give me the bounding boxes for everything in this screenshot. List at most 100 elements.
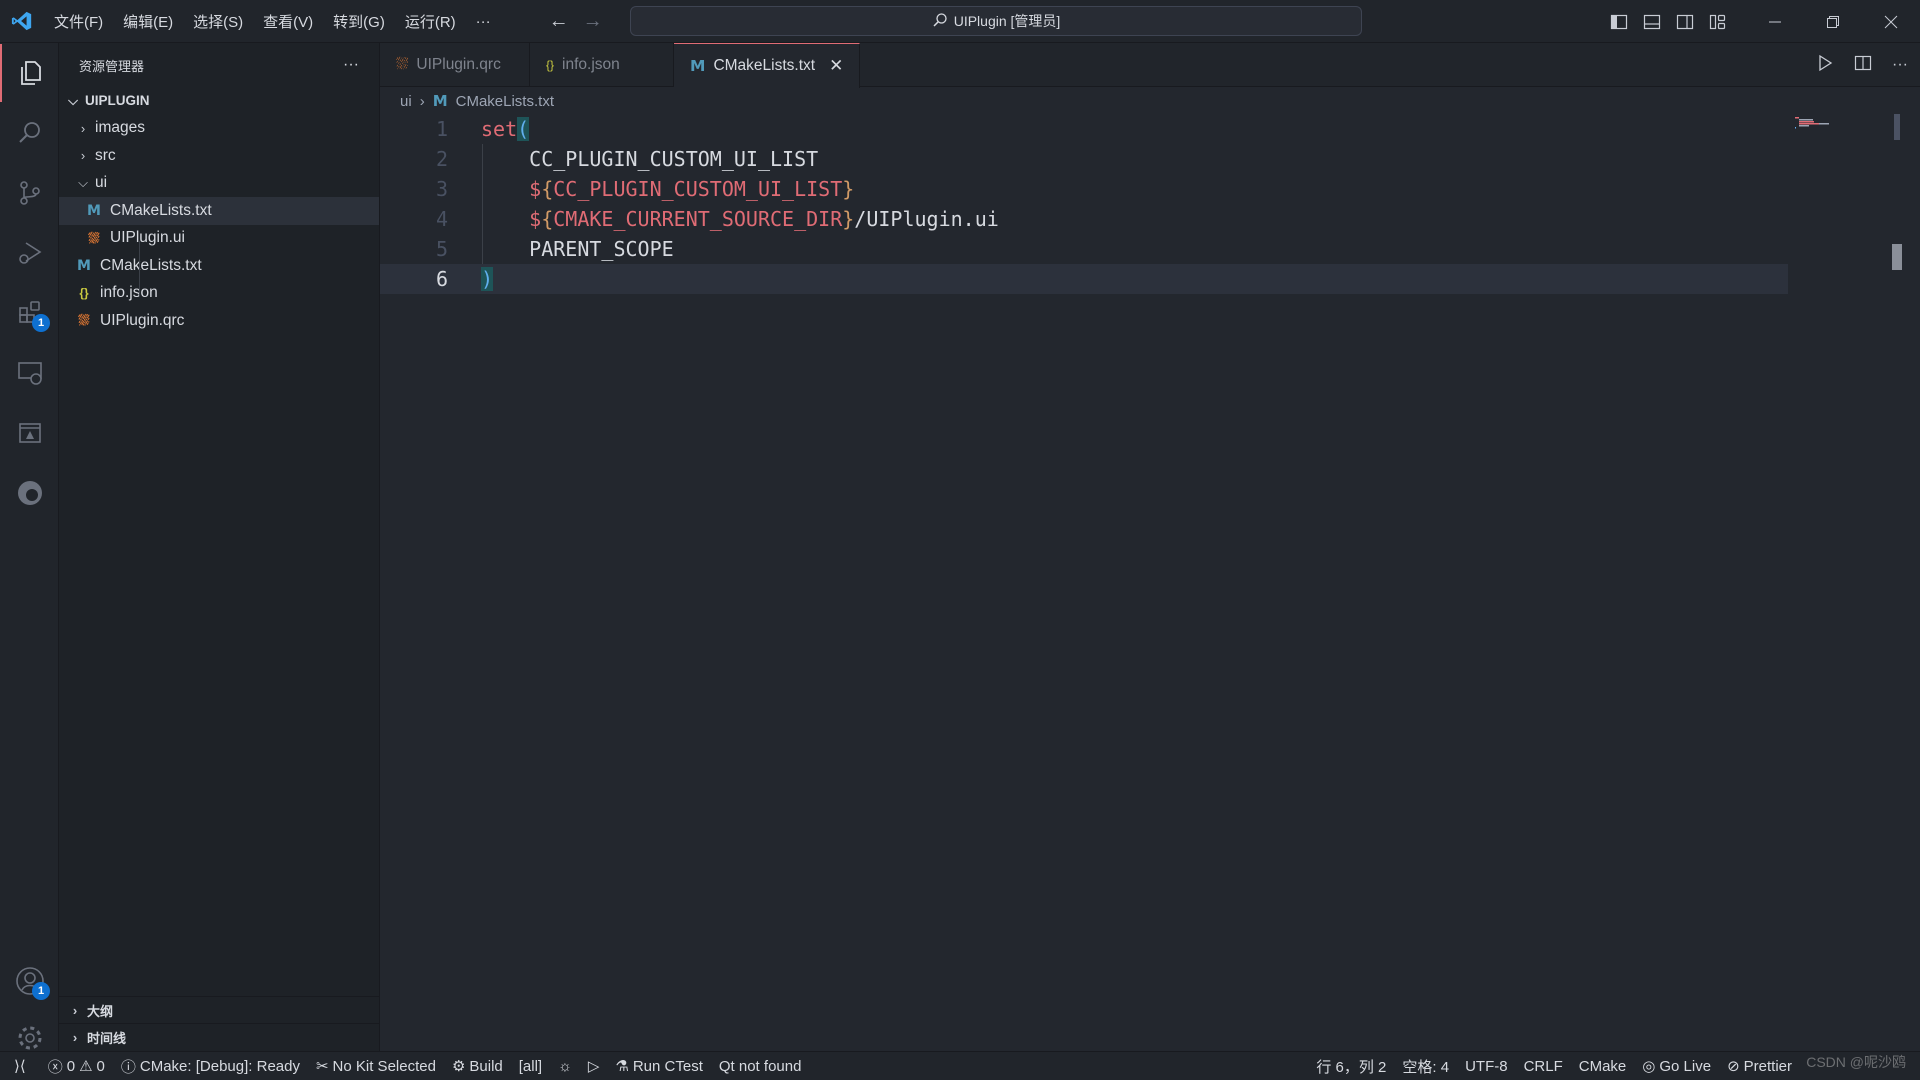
tree-label: UIPlugin.qrc — [100, 311, 185, 329]
restore-icon[interactable] — [1804, 15, 1862, 29]
code-line: 2 CC_PLUGIN_CUSTOM_UI_LIST — [380, 144, 1788, 174]
remote-icon[interactable]: ⟩⟨ — [0, 1057, 40, 1075]
code-brace: { — [541, 207, 554, 231]
command-center-search[interactable]: UIPlugin [管理员] — [630, 6, 1362, 36]
title-bar: 文件(F) 编辑(E) 选择(S) 查看(V) 转到(G) 运行(R) ··· … — [0, 0, 1920, 43]
extensions-icon[interactable]: 1 — [0, 284, 59, 342]
go-live-label: Go Live — [1659, 1057, 1712, 1075]
tree-folder-src[interactable]: › src — [59, 142, 379, 170]
code-dollar: $ — [529, 177, 542, 201]
code-line: 3 ${CC_PLUGIN_CUSTOM_UI_LIST} — [380, 174, 1788, 204]
kit-label: No Kit Selected — [332, 1057, 436, 1075]
debug-bug-icon[interactable]: ☼ — [550, 1058, 580, 1075]
cmake-status[interactable]: ⓘ CMake: [Debug]: Ready — [113, 1056, 308, 1077]
back-arrow-icon[interactable]: ← — [549, 10, 569, 33]
scrollbar-thumb[interactable] — [1894, 114, 1900, 140]
close-tab-icon[interactable]: ✕ — [829, 56, 843, 76]
tree-file-cmakelists[interactable]: M CMakeLists.txt — [59, 252, 379, 280]
menu-edit[interactable]: 编辑(E) — [113, 11, 183, 32]
line-number: 1 — [435, 117, 448, 141]
launch-play-icon[interactable]: ▷ — [580, 1057, 608, 1075]
search-icon[interactable] — [0, 104, 59, 162]
toggle-panel-icon[interactable] — [1635, 13, 1668, 31]
accounts-icon[interactable]: 1 — [0, 952, 59, 1010]
outline-section[interactable]: › 大纲 — [59, 996, 380, 1023]
menu-more[interactable]: ··· — [466, 13, 501, 30]
breadcrumb-file[interactable]: CMakeLists.txt — [456, 93, 554, 110]
cmake-icon[interactable] — [0, 404, 59, 462]
tree-file-uiplugin-qrc[interactable]: ⛆ UIPlugin.qrc — [59, 307, 379, 335]
code-keyword: set — [481, 117, 518, 141]
tree-file-ui-cmakelists[interactable]: M CMakeLists.txt — [59, 197, 379, 225]
kit-selector[interactable]: ✂ No Kit Selected — [308, 1057, 444, 1076]
vertical-scrollbar[interactable] — [1890, 114, 1904, 921]
menu-file[interactable]: 文件(F) — [44, 11, 113, 32]
tab-info-json[interactable]: {} info.json — [530, 43, 674, 87]
tree-folder-images[interactable]: › images — [59, 115, 379, 143]
tree-root[interactable]: ⌵ UIPLUGIN — [59, 87, 379, 115]
timeline-section[interactable]: › 时间线 — [59, 1023, 380, 1050]
chevron-right-icon: › — [80, 148, 86, 164]
build-label: Build — [469, 1057, 503, 1075]
build-target[interactable]: [all] — [511, 1058, 550, 1075]
menu-run[interactable]: 运行(R) — [395, 11, 466, 32]
tree-folder-ui[interactable]: ⌵ ui — [59, 170, 379, 198]
line-ending[interactable]: CRLF — [1516, 1056, 1571, 1077]
watermark: CSDN @呢沙鸥 — [1806, 1054, 1906, 1070]
tab-label: UIPlugin.qrc — [416, 56, 501, 73]
customize-layout-icon[interactable] — [1701, 13, 1734, 31]
tab-uiplugin-qrc[interactable]: ⛆ UIPlugin.qrc — [380, 43, 530, 87]
explorer-icon[interactable] — [0, 44, 59, 102]
run-debug-icon[interactable] — [0, 224, 59, 282]
menu-view[interactable]: 查看(V) — [253, 11, 323, 32]
run-icon[interactable] — [1816, 54, 1834, 77]
language-mode[interactable]: CMake — [1571, 1056, 1635, 1077]
problems-indicator[interactable]: ⓧ 0 ⚠ 0 — [40, 1056, 113, 1077]
run-ctest-button[interactable]: ⚗ Run CTest — [607, 1057, 710, 1076]
tab-cmakelists[interactable]: M CMakeLists.txt ✕ — [674, 43, 861, 88]
menu-selection[interactable]: 选择(S) — [183, 11, 253, 32]
go-live-button[interactable]: ◎ Go Live — [1634, 1056, 1719, 1077]
more-actions-button[interactable]: ··· — [343, 56, 359, 74]
rss-file-icon: ⛆ — [88, 229, 100, 246]
code-bracket: ( — [517, 117, 530, 141]
split-editor-icon[interactable] — [1854, 54, 1872, 77]
code-editor[interactable]: 1 set( 2 CC_PLUGIN_CUSTOM_UI_LIST 3 ${CC_… — [380, 114, 1904, 1051]
tree-file-info-json[interactable]: {} info.json — [59, 280, 379, 308]
extensions-badge: 1 — [32, 314, 50, 332]
chevron-down-icon: ⌵ — [78, 175, 88, 191]
toggle-primary-sidebar-icon[interactable] — [1602, 13, 1635, 31]
encoding[interactable]: UTF-8 — [1457, 1056, 1516, 1077]
minimize-icon[interactable] — [1746, 15, 1804, 29]
qt-status[interactable]: Qt not found — [711, 1058, 810, 1075]
cursor-position[interactable]: 行 6，列 2 — [1308, 1056, 1394, 1077]
remote-explorer-icon[interactable] — [0, 344, 59, 402]
ctest-label: Run CTest — [632, 1057, 703, 1075]
prettier-status[interactable]: ⊘ Prettier — [1719, 1056, 1800, 1077]
root-label: UIPLUGIN — [85, 93, 150, 109]
close-window-icon[interactable] — [1862, 15, 1920, 29]
tree-label: info.json — [100, 284, 158, 302]
breadcrumb-folder[interactable]: ui — [400, 93, 412, 110]
prettier-label: Prettier — [1743, 1057, 1792, 1075]
prohibited-icon: ⊘ — [1727, 1058, 1740, 1075]
more-actions-icon[interactable]: ··· — [1892, 56, 1908, 74]
editor-tabs: ⛆ UIPlugin.qrc {} info.json M CMakeLists.tx… — [380, 43, 1920, 88]
minimap[interactable] — [1795, 117, 1840, 129]
rss-file-icon: ⛆ — [396, 56, 409, 73]
json-file-icon: {} — [546, 58, 555, 72]
build-button[interactable]: ⚙ Build — [444, 1057, 511, 1076]
indentation[interactable]: 空格: 4 — [1394, 1056, 1457, 1077]
explorer-title: 资源管理器 — [79, 58, 145, 74]
tree-label: CMakeLists.txt — [100, 256, 202, 274]
forward-arrow-icon[interactable]: → — [583, 10, 603, 33]
edge-icon[interactable] — [0, 464, 59, 522]
info-icon: ⓘ — [120, 1058, 136, 1076]
explorer-sidebar: 资源管理器 ··· ⌵ UIPLUGIN › images › src ⌵ ui M CM… — [59, 43, 380, 1051]
indent-guide — [482, 144, 483, 264]
source-control-icon[interactable] — [0, 164, 59, 222]
tree-label: UIPlugin.ui — [110, 229, 185, 247]
tree-file-uiplugin-ui[interactable]: ⛆ UIPlugin.ui — [59, 225, 379, 253]
menu-go[interactable]: 转到(G) — [323, 11, 395, 32]
toggle-secondary-sidebar-icon[interactable] — [1668, 13, 1701, 31]
